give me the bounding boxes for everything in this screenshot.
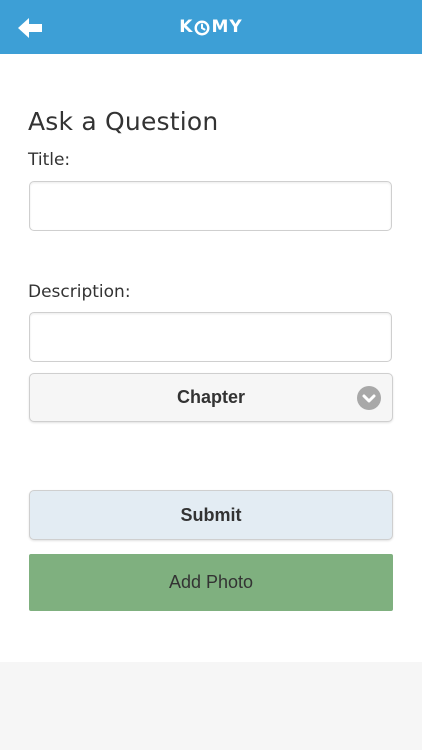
logo-text-right: MY	[211, 17, 243, 37]
main-content: Ask a Question Title: Description: Chapt…	[0, 54, 422, 662]
app-header: K MY	[0, 0, 422, 54]
app-logo: K MY	[0, 0, 422, 54]
logo-text-left: K	[179, 17, 194, 37]
clock-icon	[194, 20, 210, 36]
submit-button[interactable]: Submit	[29, 490, 393, 540]
description-input[interactable]	[29, 312, 392, 362]
add-photo-button[interactable]: Add Photo	[29, 554, 393, 611]
title-input[interactable]	[29, 181, 392, 231]
title-label: Title:	[28, 150, 71, 170]
chevron-down-icon	[357, 386, 381, 410]
page-title: Ask a Question	[28, 107, 219, 136]
chapter-select-value: Chapter	[176, 387, 245, 407]
description-label: Description:	[28, 282, 131, 302]
chapter-select[interactable]: Chapter	[29, 373, 393, 422]
